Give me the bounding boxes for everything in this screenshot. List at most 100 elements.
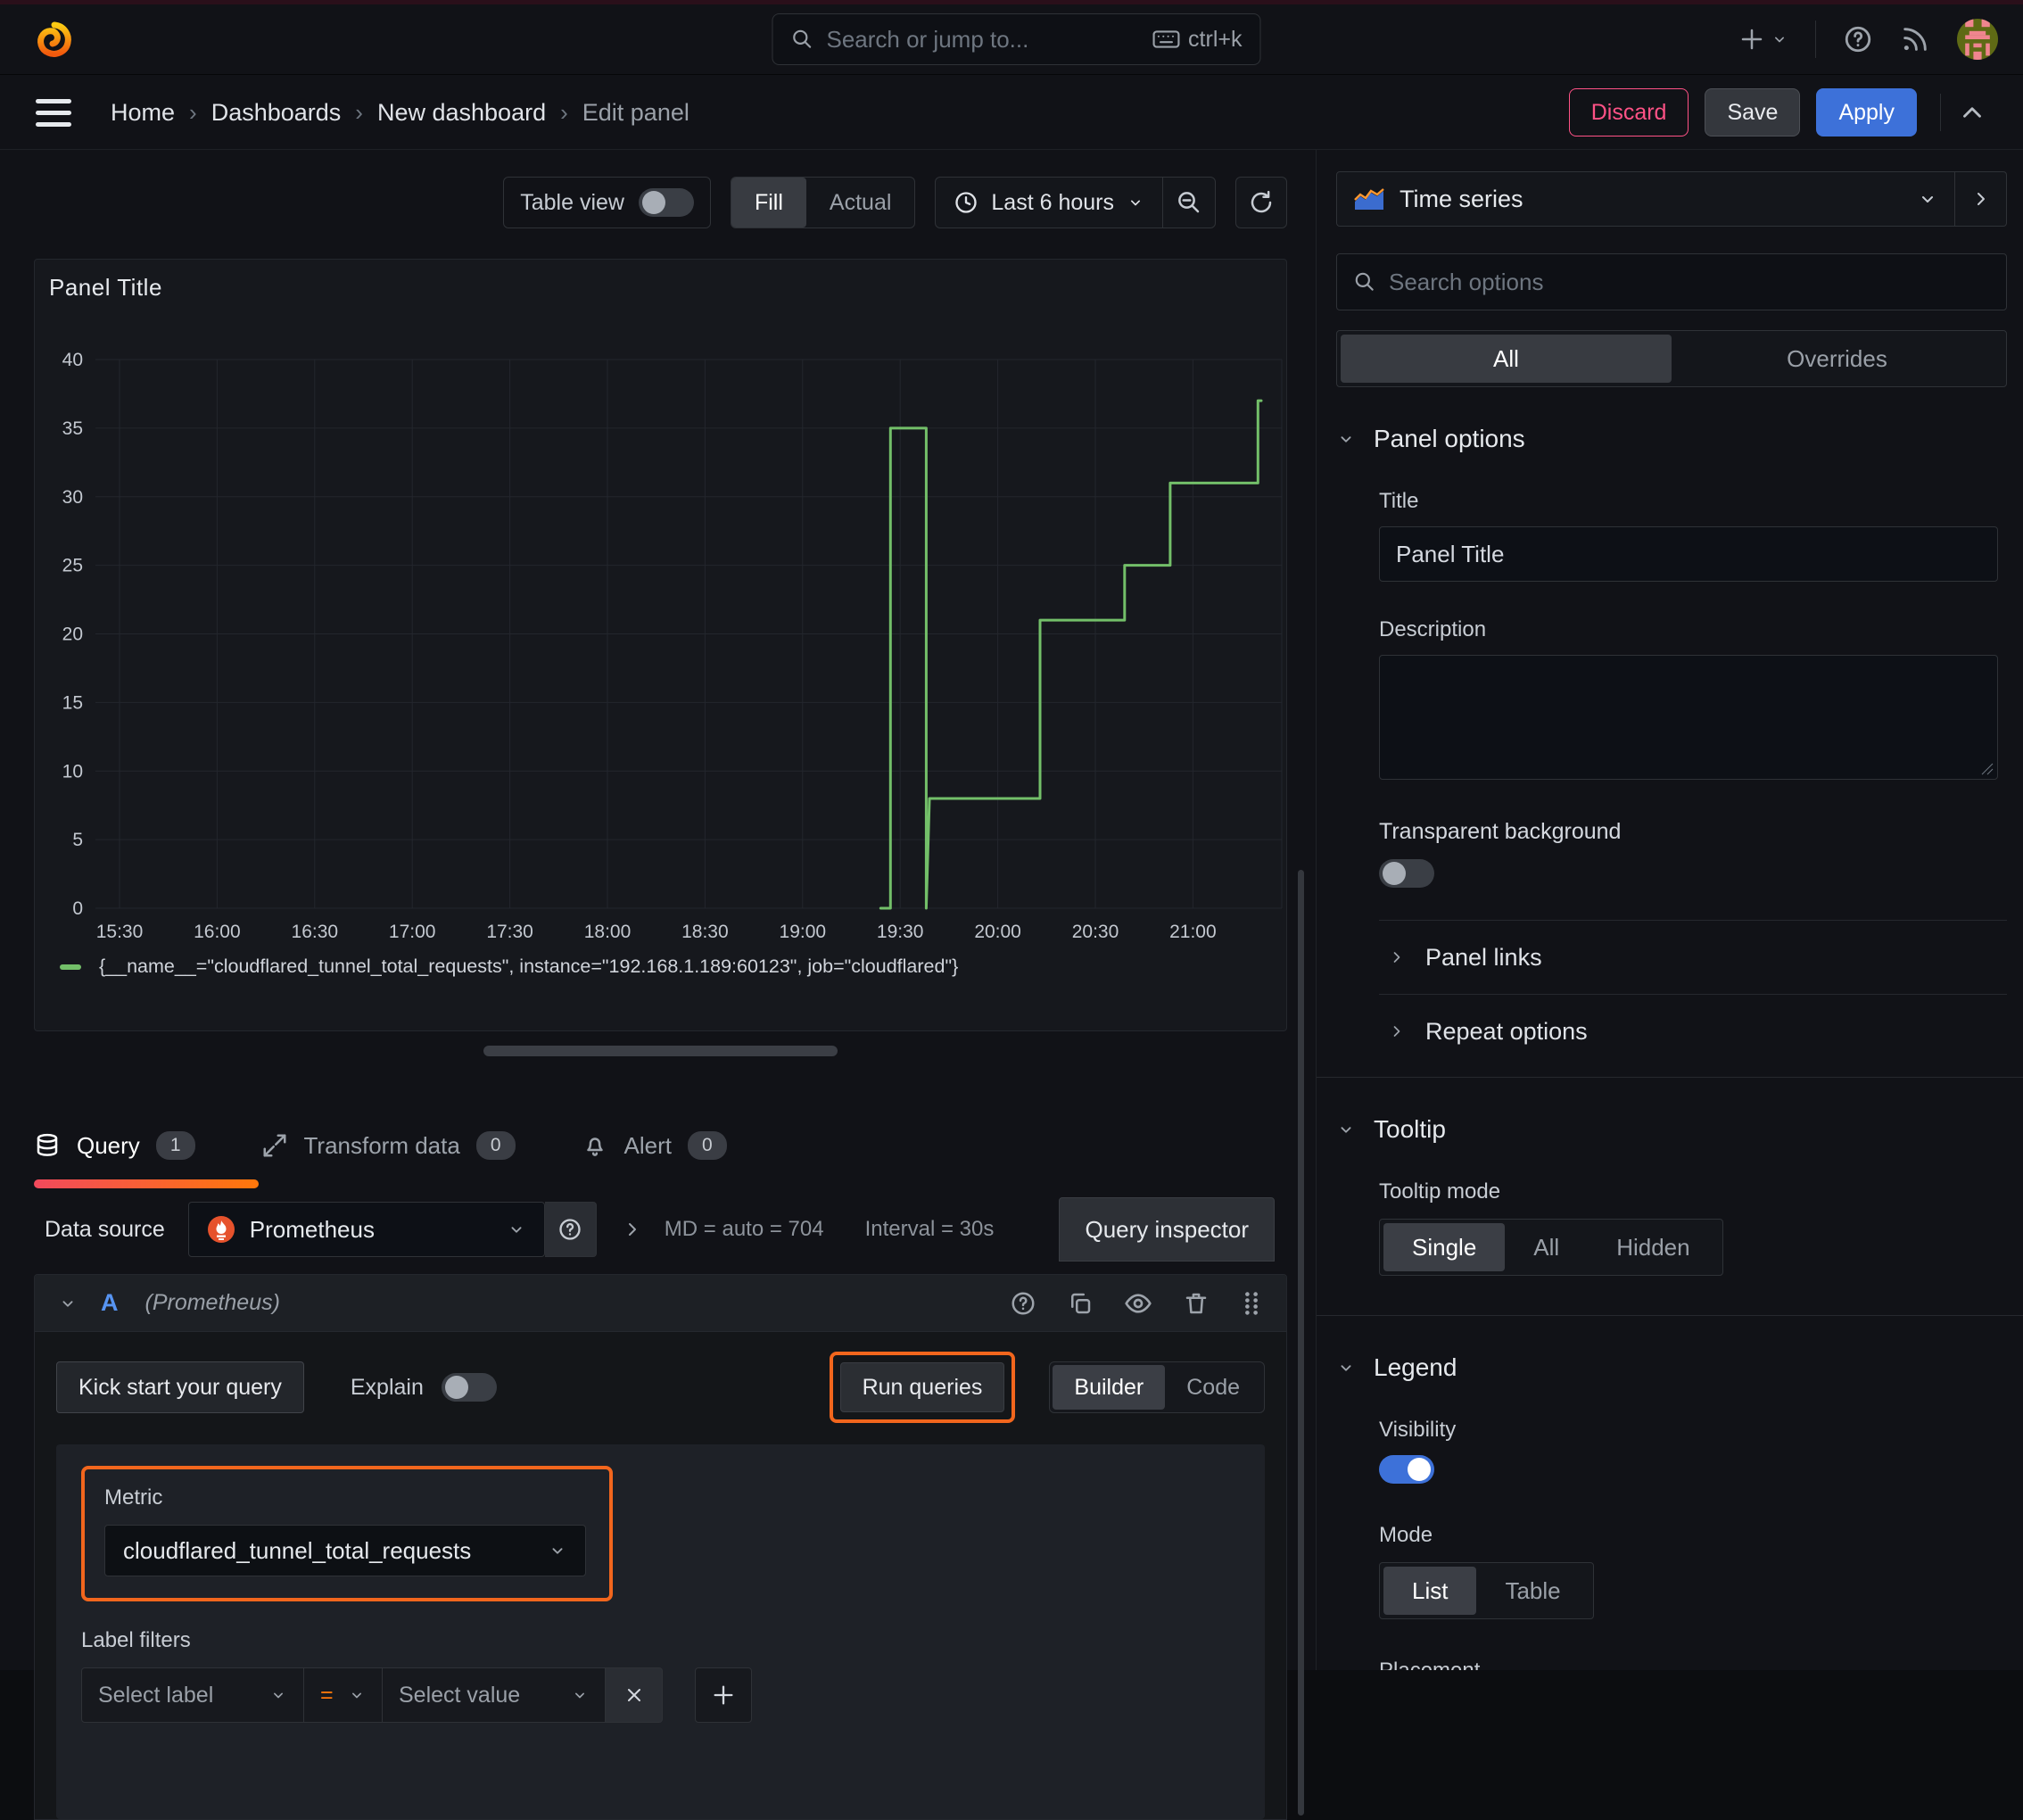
- metric-highlight: Metric cloudflared_tunnel_total_requests: [81, 1466, 613, 1601]
- tab-all[interactable]: All: [1341, 335, 1672, 383]
- collapse-options-icon[interactable]: [1957, 97, 1987, 128]
- menu-toggle-icon[interactable]: [36, 98, 71, 127]
- topbar-divider: [1815, 21, 1816, 58]
- trash-icon[interactable]: [1183, 1290, 1210, 1317]
- options-search[interactable]: [1336, 253, 2007, 310]
- horizontal-scrollbar[interactable]: [483, 1046, 838, 1056]
- resize-handle-icon[interactable]: [1979, 761, 1994, 775]
- add-filter-button[interactable]: [695, 1667, 752, 1723]
- keyboard-icon: [1152, 30, 1180, 48]
- tooltip-section-header[interactable]: Tooltip: [1336, 1115, 2007, 1144]
- global-search[interactable]: ctrl+k: [772, 13, 1261, 65]
- tooltip-single-option[interactable]: Single: [1383, 1223, 1506, 1271]
- builder-option[interactable]: Builder: [1053, 1365, 1166, 1410]
- visualization-picker[interactable]: Time series: [1336, 171, 1955, 227]
- timeseries-panel[interactable]: Panel Title 0 5 10 15 20 25 30 35 40 15:30 16:00 16…: [34, 259, 1287, 1031]
- select-label-dropdown[interactable]: Select label: [81, 1667, 304, 1723]
- apply-button[interactable]: Apply: [1816, 88, 1917, 136]
- save-button[interactable]: Save: [1705, 88, 1801, 136]
- discard-button[interactable]: Discard: [1568, 88, 1689, 136]
- metric-select[interactable]: cloudflared_tunnel_total_requests: [104, 1525, 586, 1576]
- all-overrides-tabs: All Overrides: [1336, 330, 2007, 387]
- svg-text:30: 30: [62, 487, 83, 508]
- help-icon[interactable]: [1843, 24, 1873, 54]
- remove-filter-button[interactable]: [606, 1667, 663, 1723]
- time-range-group: Last 6 hours: [935, 177, 1216, 228]
- news-rss-icon[interactable]: [1900, 24, 1930, 54]
- chevron-right-icon: ›: [189, 98, 197, 126]
- tooltip-all-option[interactable]: All: [1505, 1223, 1588, 1271]
- zoom-out-time-button[interactable]: [1163, 177, 1215, 228]
- drag-handle-icon[interactable]: [1240, 1290, 1263, 1317]
- chevron-down-icon: [511, 1227, 522, 1233]
- zoom-out-icon: [1178, 192, 1200, 213]
- description-textarea[interactable]: [1379, 655, 1998, 780]
- mode-list-option[interactable]: List: [1383, 1567, 1477, 1615]
- kick-start-button[interactable]: Kick start your query: [56, 1361, 304, 1413]
- legend-series-name[interactable]: {__name__="cloudflared_tunnel_total_requ…: [99, 956, 958, 978]
- query-ref-id: A: [101, 1289, 119, 1316]
- breadcrumb-home[interactable]: Home: [111, 99, 175, 127]
- chevron-down-icon: [274, 1692, 283, 1699]
- timeseries-chart[interactable]: 0 5 10 15 20 25 30 35 40 15:30 16:00 16:30 17:00 17:3…: [35, 260, 1288, 973]
- svg-text:5: 5: [72, 830, 83, 850]
- operator-dropdown[interactable]: =: [304, 1667, 383, 1723]
- global-search-input[interactable]: [826, 25, 1153, 54]
- tab-overrides[interactable]: Overrides: [1672, 335, 2002, 383]
- options-search-input[interactable]: [1389, 268, 1990, 296]
- code-option[interactable]: Code: [1165, 1365, 1261, 1410]
- toggle-viz-pane-button[interactable]: [1955, 171, 2007, 227]
- legend-visibility-toggle[interactable]: [1379, 1455, 1434, 1484]
- vertical-scrollbar[interactable]: [1298, 870, 1304, 1816]
- select-value-dropdown[interactable]: Select value: [383, 1667, 606, 1723]
- breadcrumb-dashboards[interactable]: Dashboards: [211, 99, 342, 127]
- search-shortcut: ctrl+k: [1152, 27, 1242, 53]
- refresh-icon: [1251, 190, 1272, 213]
- query-editor-card: A (Prometheus) Kick start your query Exp…: [34, 1274, 1287, 1820]
- chevron-down-icon[interactable]: [58, 1294, 78, 1313]
- visualization-name: Time series: [1400, 185, 1523, 212]
- repeat-options-section[interactable]: Repeat options: [1379, 995, 2007, 1068]
- legend-section-header[interactable]: Legend: [1336, 1353, 2007, 1382]
- user-avatar[interactable]: [1957, 19, 1998, 60]
- eye-icon[interactable]: [1124, 1289, 1152, 1318]
- query-row-header[interactable]: A (Prometheus): [35, 1275, 1286, 1332]
- explain-toggle[interactable]: [441, 1373, 497, 1402]
- chart-legend[interactable]: {__name__="cloudflared_tunnel_total_requ…: [60, 956, 958, 978]
- editor-tabs: Query 1 Transform data 0 Alert 0: [34, 1103, 1287, 1188]
- panel-title-input[interactable]: [1379, 526, 1998, 582]
- query-count-badge: 1: [155, 1131, 195, 1160]
- panel-options-header[interactable]: Panel options: [1336, 425, 2007, 453]
- breadcrumb-bar: Home › Dashboards › New dashboard › Edit…: [0, 76, 2023, 150]
- breadcrumb-new-dashboard[interactable]: New dashboard: [377, 99, 546, 127]
- tab-query[interactable]: Query 1: [34, 1131, 195, 1160]
- table-view-label: Table view: [520, 189, 624, 215]
- help-icon[interactable]: [1010, 1290, 1036, 1317]
- visualization-row: Time series: [1336, 171, 2007, 227]
- query-inspector-button[interactable]: Query inspector: [1059, 1197, 1275, 1262]
- tab-transform[interactable]: Transform data 0: [261, 1131, 516, 1160]
- time-range-picker[interactable]: Last 6 hours: [936, 190, 1162, 216]
- mode-table-option[interactable]: Table: [1476, 1567, 1589, 1615]
- datasource-help-button[interactable]: [544, 1202, 597, 1257]
- transparent-bg-toggle[interactable]: [1379, 859, 1434, 888]
- tab-alert[interactable]: Alert 0: [582, 1131, 727, 1160]
- transform-count-badge: 0: [475, 1131, 516, 1160]
- refresh-button[interactable]: [1235, 177, 1287, 228]
- duplicate-icon[interactable]: [1067, 1290, 1094, 1317]
- tooltip-hidden-option[interactable]: Hidden: [1588, 1223, 1718, 1271]
- datasource-picker[interactable]: Prometheus: [187, 1202, 545, 1257]
- panel-links-section[interactable]: Panel links: [1379, 921, 2007, 994]
- actual-option[interactable]: Actual: [806, 178, 914, 228]
- fill-option[interactable]: Fill: [731, 178, 806, 228]
- table-view-toggle[interactable]: [638, 188, 694, 217]
- run-queries-button[interactable]: Run queries: [839, 1362, 1005, 1412]
- grafana-logo[interactable]: [32, 18, 75, 61]
- svg-text:20:30: 20:30: [1072, 922, 1119, 942]
- panel-links-label: Panel links: [1425, 943, 1542, 971]
- expand-options-icon[interactable]: [622, 1219, 643, 1240]
- svg-text:18:30: 18:30: [681, 922, 729, 942]
- new-button[interactable]: [1738, 26, 1788, 53]
- topbar-actions: [1738, 19, 1998, 60]
- svg-text:19:00: 19:00: [780, 922, 827, 942]
